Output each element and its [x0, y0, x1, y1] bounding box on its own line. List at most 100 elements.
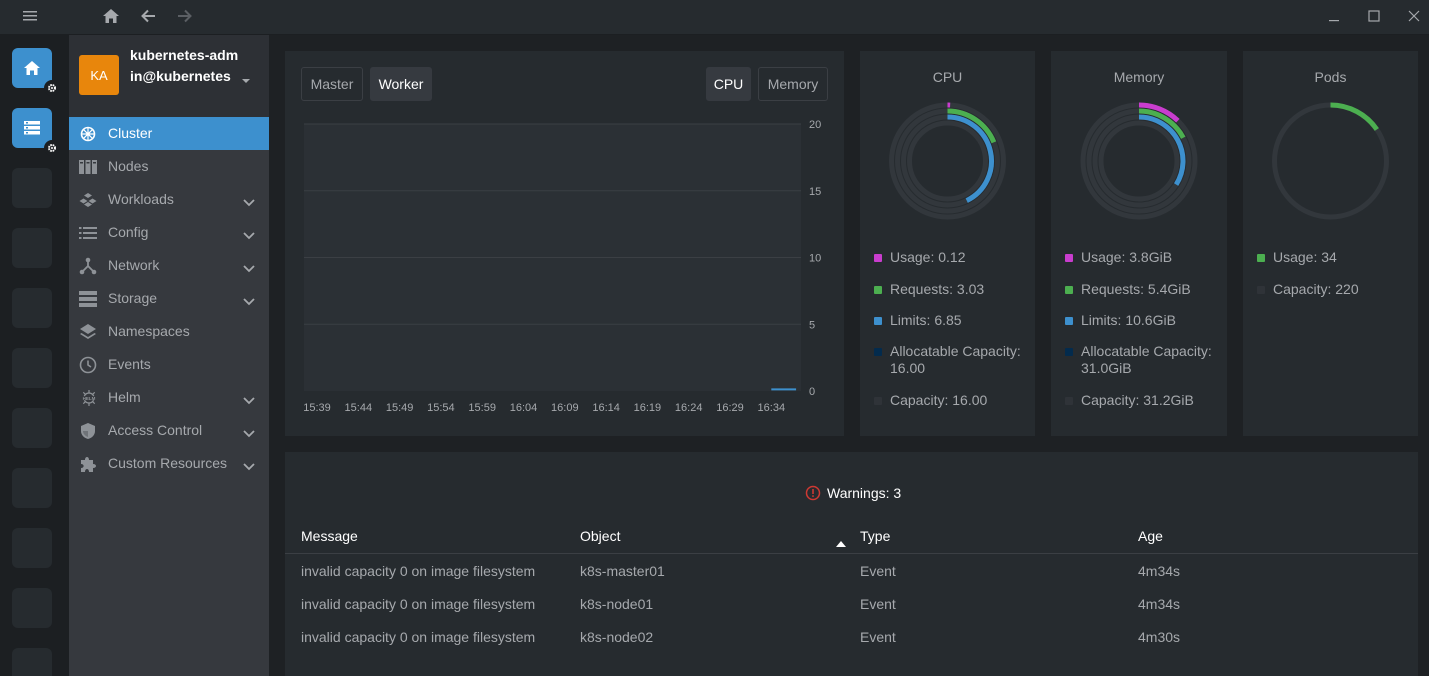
- warnings-header: Warnings: 3: [805, 485, 901, 501]
- chevron-down-icon[interactable]: [243, 392, 255, 408]
- y-tick-label: 5: [809, 319, 815, 331]
- minimize-icon[interactable]: [1320, 4, 1348, 28]
- helm-icon: HELM: [79, 389, 97, 407]
- sidebar-item-access-control[interactable]: Access Control: [69, 414, 269, 447]
- hotbar-empty-slot[interactable]: [12, 648, 52, 676]
- cluster-overview: Master Worker CPU Memory 0 5 10 15 20 15:39 15…: [269, 35, 1429, 676]
- table-row[interactable]: invalid capacity 0 on image filesystem k…: [285, 587, 1418, 620]
- cell-object: k8s-master01: [580, 563, 665, 579]
- hotbar-empty-slot[interactable]: [12, 348, 52, 388]
- memory-pie-panel: Memory Usage: 3.8GiB Requests: 5.4GiB Li…: [1051, 51, 1227, 436]
- sidebar-item-helm[interactable]: HELM Helm: [69, 381, 269, 414]
- y-tick-label: 0: [809, 386, 815, 398]
- memory-pie-chart: [1080, 102, 1198, 220]
- pods-pie-title: Pods: [1314, 69, 1347, 85]
- network-icon: [79, 257, 97, 275]
- pods-pie-chart: [1272, 102, 1389, 220]
- cell-age: 4m34s: [1138, 563, 1181, 579]
- cell-object: k8s-node01: [580, 596, 654, 612]
- cell-message: invalid capacity 0 on image filesystem: [301, 596, 536, 612]
- sidebar-item-nodes[interactable]: Nodes: [69, 150, 269, 183]
- sidebar-item-label: Custom Resources: [108, 455, 228, 471]
- cell-message: invalid capacity 0 on image filesystem: [301, 563, 536, 579]
- hotbar-empty-slot[interactable]: [12, 468, 52, 508]
- sidebar-item-label: Access Control: [108, 422, 203, 438]
- sidebar-item-label: Nodes: [108, 158, 149, 174]
- metrics-chart-panel: Master Worker CPU Memory 0 5 10 15 20 15:39 15…: [285, 51, 844, 436]
- y-tick-label: 10: [809, 253, 821, 265]
- column-header-message[interactable]: Message: [301, 528, 358, 544]
- sidebar-item-namespaces[interactable]: Namespaces: [69, 315, 269, 348]
- cpu-pie-title: CPU: [932, 69, 963, 85]
- warnings-panel: Warnings: 3 Message Object Type Age inva…: [285, 452, 1418, 676]
- cell-object: k8s-node02: [580, 629, 654, 645]
- hamburger-icon[interactable]: [16, 4, 44, 28]
- clock-icon: [79, 356, 97, 374]
- table-row[interactable]: invalid capacity 0 on image filesystem k…: [285, 554, 1418, 587]
- chevron-down-icon[interactable]: [243, 260, 255, 276]
- hotbar-empty-slot[interactable]: [12, 408, 52, 448]
- chevron-down-icon[interactable]: [243, 227, 255, 243]
- column-header-type[interactable]: Type: [860, 528, 890, 544]
- sidebar-item-network[interactable]: Network: [69, 249, 269, 282]
- x-tick-label: 16:09: [551, 402, 579, 414]
- chevron-down-icon[interactable]: [243, 194, 255, 210]
- y-tick-label: 15: [809, 186, 821, 198]
- kubernetes-wheel-icon: [79, 125, 97, 143]
- cell-age: 4m34s: [1138, 596, 1181, 612]
- ring-track: [907, 120, 988, 202]
- layers-icon: [79, 323, 97, 341]
- sidebar-item-label: Cluster: [108, 125, 153, 141]
- column-header-object[interactable]: Object: [580, 528, 620, 544]
- cpu-usage-line-chart: 0 5 10 15 20 15:39 15:44 15:49 15:54 15:59 16:04 16…: [303, 119, 821, 414]
- chevron-down-icon[interactable]: [243, 425, 255, 441]
- sidebar-item-workloads[interactable]: Workloads: [69, 183, 269, 216]
- gear-icon: [44, 80, 60, 96]
- maximize-icon[interactable]: [1360, 4, 1388, 28]
- sidebar-item-cluster[interactable]: Cluster: [69, 117, 269, 150]
- puzzle-icon: [79, 455, 97, 473]
- cpu-pie-panel: CPU Usage: 0.12 Requests: 3.03 Limits: 6…: [860, 51, 1035, 436]
- hotbar-empty-slot[interactable]: [12, 588, 52, 628]
- sidebar-item-label: Events: [108, 356, 151, 372]
- warnings-title: Warnings: 3: [827, 485, 902, 501]
- memory-pie-title: Memory: [1113, 69, 1165, 85]
- y-tick-label: 20: [809, 119, 821, 131]
- error-circle-icon: [805, 485, 821, 501]
- sidebar-item-storage[interactable]: Storage: [69, 282, 269, 315]
- shield-icon: [79, 422, 97, 440]
- sidebar-item-label: Namespaces: [108, 323, 190, 339]
- sort-asc-icon[interactable]: [836, 534, 846, 550]
- chevron-down-icon[interactable]: [243, 293, 255, 309]
- cluster-name: kubernetes-admin@kubernetes: [130, 47, 239, 84]
- cluster-avatar[interactable]: KA: [79, 55, 119, 95]
- chevron-down-icon[interactable]: [241, 71, 251, 87]
- hotbar-cluster-button[interactable]: [12, 108, 60, 156]
- sidebar-item-config[interactable]: Config: [69, 216, 269, 249]
- hotbar-empty-slot[interactable]: [12, 288, 52, 328]
- chevron-down-icon[interactable]: [243, 458, 255, 474]
- cpu-pie-chart: [889, 102, 1006, 220]
- svg-text:HELM: HELM: [83, 396, 96, 401]
- sidebar-item-label: Helm: [108, 389, 141, 405]
- hotbar-empty-slot[interactable]: [12, 228, 52, 268]
- hotbar-empty-slot[interactable]: [12, 168, 52, 208]
- cell-type: Event: [860, 563, 896, 579]
- hotbar-empty-slot[interactable]: [12, 528, 52, 568]
- cluster-header[interactable]: KA kubernetes-admin@kubernetes: [69, 35, 269, 117]
- sidebar-item-events[interactable]: Events: [69, 348, 269, 381]
- arrow-right-icon[interactable]: [171, 4, 199, 28]
- home-icon[interactable]: [97, 4, 125, 28]
- arrow-left-icon[interactable]: [134, 4, 162, 28]
- sidebar-item-label: Config: [108, 224, 149, 240]
- cell-type: Event: [860, 596, 896, 612]
- hotbar-home-button[interactable]: [12, 48, 60, 96]
- ring-track: [1098, 120, 1180, 202]
- cluster-list-icon: [24, 121, 40, 135]
- cell-type: Event: [860, 629, 896, 645]
- close-icon[interactable]: [1400, 4, 1428, 28]
- x-tick-label: 15:39: [303, 402, 331, 414]
- sidebar-item-custom-resources[interactable]: Custom Resources: [69, 447, 269, 480]
- table-row[interactable]: invalid capacity 0 on image filesystem k…: [285, 620, 1418, 653]
- column-header-age[interactable]: Age: [1138, 528, 1163, 544]
